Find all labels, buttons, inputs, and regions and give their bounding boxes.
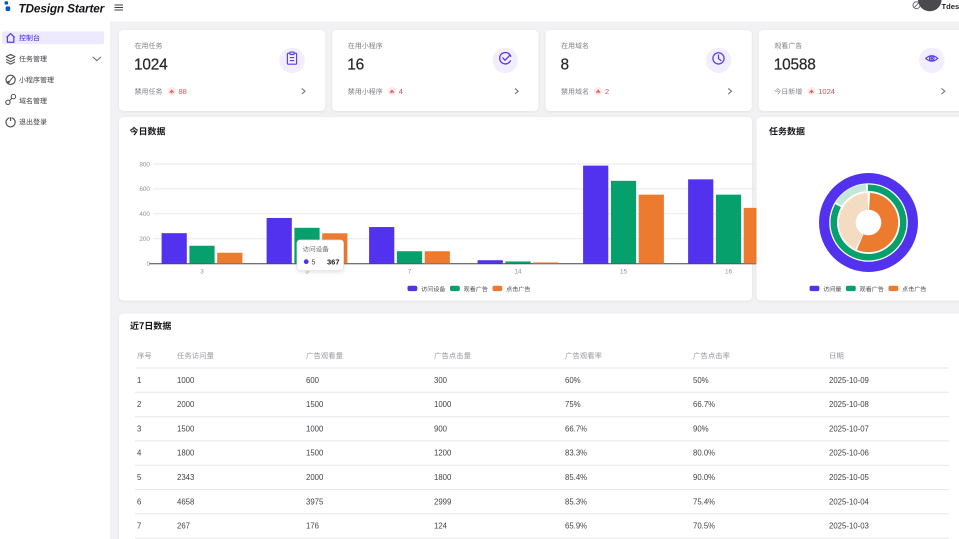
svg-text:2000: 2000 [177,400,195,409]
svg-text:8: 8 [561,57,569,74]
svg-text:1024: 1024 [134,57,168,74]
svg-text:400: 400 [139,211,150,218]
svg-text:3: 3 [137,424,141,433]
svg-text:600: 600 [139,186,150,193]
svg-text:3: 3 [200,268,204,275]
svg-text:90.0%: 90.0% [693,473,715,482]
svg-text:800: 800 [139,161,150,168]
svg-text:80.0%: 80.0% [693,449,715,458]
svg-text:2025-10-04: 2025-10-04 [829,497,870,506]
svg-text:85.3%: 85.3% [565,497,587,506]
svg-text:176: 176 [306,522,319,531]
svg-text:7: 7 [137,522,141,531]
svg-text:60%: 60% [565,376,581,385]
svg-text:5: 5 [137,473,142,482]
svg-text:1500: 1500 [306,400,324,409]
svg-text:367: 367 [327,257,340,266]
svg-text:88: 88 [179,87,187,96]
svg-text:TDesign Starter: TDesign Starter [19,1,106,15]
svg-text:2025-10-07: 2025-10-07 [829,424,869,433]
svg-text:5: 5 [312,259,316,266]
svg-text:75%: 75% [565,400,581,409]
svg-text:16: 16 [725,268,733,275]
svg-text:10588: 10588 [774,57,816,74]
svg-text:2: 2 [605,87,609,96]
svg-text:2343: 2343 [177,473,194,482]
svg-text:70.5%: 70.5% [693,522,715,531]
svg-text:66.7%: 66.7% [693,400,715,409]
svg-text:90%: 90% [693,424,709,433]
svg-text:1800: 1800 [177,449,195,458]
svg-text:2: 2 [137,400,141,409]
svg-text:200: 200 [139,236,150,243]
svg-text:16: 16 [347,57,364,74]
svg-text:1800: 1800 [434,473,452,482]
svg-text:75.4%: 75.4% [693,497,715,506]
svg-text:1500: 1500 [306,449,324,458]
svg-text:1200: 1200 [434,449,452,458]
svg-text:50%: 50% [693,376,709,385]
svg-text:900: 900 [434,424,448,433]
svg-text:6: 6 [137,497,141,506]
svg-text:2025-10-06: 2025-10-06 [829,449,869,458]
svg-text:65.9%: 65.9% [565,522,587,531]
svg-text:2000: 2000 [306,473,324,482]
svg-text:15: 15 [620,268,628,275]
svg-text:300: 300 [434,376,448,385]
svg-text:66.7%: 66.7% [565,424,587,433]
svg-text:2025-10-05: 2025-10-05 [829,473,870,482]
svg-text:1500: 1500 [177,424,195,433]
svg-text:1: 1 [137,376,141,385]
svg-text:85.4%: 85.4% [565,473,587,482]
svg-text:600: 600 [306,376,320,385]
svg-text:124: 124 [434,522,448,531]
svg-text:14: 14 [514,268,522,275]
svg-text:1000: 1000 [177,376,195,385]
svg-text:1024: 1024 [818,87,835,96]
svg-text:0: 0 [146,261,150,268]
svg-text:1000: 1000 [306,424,324,433]
svg-text:2999: 2999 [434,497,451,506]
svg-text:1000: 1000 [434,400,452,409]
svg-text:267: 267 [177,522,190,531]
svg-text:7: 7 [408,268,412,275]
svg-text:4658: 4658 [177,497,194,506]
svg-text:4: 4 [137,449,142,458]
svg-text:3975: 3975 [306,497,324,506]
svg-text:2025-10-09: 2025-10-09 [829,376,869,385]
svg-text:83.3%: 83.3% [565,449,587,458]
svg-text:2025-10-08: 2025-10-08 [829,400,869,409]
svg-text:2025-10-03: 2025-10-03 [829,522,869,531]
svg-text:Tdesign: Tdesign [942,2,959,11]
svg-text:4: 4 [399,87,403,96]
